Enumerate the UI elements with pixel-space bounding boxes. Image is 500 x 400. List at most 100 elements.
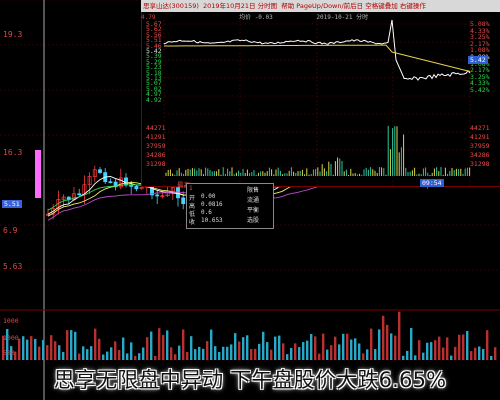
axis-tick-label: 31298 [146,160,166,168]
chart-date: 2019年10月21日 分时图 [202,2,278,10]
volume-bar [154,355,157,360]
volume-bar [442,347,445,360]
volume-bar [382,315,385,360]
volume-bar [270,349,273,360]
tooltip-key: 收 [189,219,196,226]
axis-tick-label: 34286 [146,151,166,159]
volume-bar [74,331,77,360]
tooltip-value: 10.653 [201,217,223,224]
volume-bar [38,346,41,360]
volume-bar [34,338,37,360]
price-axis-label: 16.3 [3,148,23,157]
volume-bar [338,344,341,360]
volume-bar [350,339,353,360]
volume-bar [466,330,469,360]
volume-bar [450,355,453,360]
volume-bar [274,336,277,360]
volume-bar [190,336,193,360]
volume-bar [422,352,425,360]
volume-bar [26,339,29,360]
volume-bar [126,353,129,360]
volume-bar [490,355,493,360]
volume-bar [446,337,449,360]
volume-bar [62,352,65,360]
price-axis-label: 5.63 [3,262,23,271]
intraday-header: 思享山达(300159) 2019年10月21日 分时图 帮助 PageUp/D… [141,0,500,12]
volume-bar [418,340,421,360]
stock-name: 思享山达(300159) [143,2,199,10]
volume-bar [318,353,321,360]
volume-bar [122,337,125,360]
volume-bar [394,335,397,360]
price-axis-label: 6.9 [3,226,18,235]
volume-bar [402,355,405,360]
volume-bar [238,341,241,360]
volume-bar [310,333,313,360]
volume-bar [94,328,97,360]
volume-bar [286,354,289,360]
volume-bar [178,345,181,360]
volume-bar [166,330,169,360]
volume-bar [374,349,377,360]
volume-bar [158,328,161,360]
volume-bar [70,330,73,360]
help-text: 帮助 PageUp/Down/前后日 空格键叠加 右键操作 [281,2,426,10]
volume-bar [162,334,165,360]
volume-bar [82,346,85,360]
volume-bar [390,333,393,360]
volume-bar [42,340,45,360]
volume-bar [110,347,113,360]
volume-bar [106,351,109,360]
candle-body [77,193,82,196]
volume-bar [406,350,409,360]
volume-bar [342,333,345,360]
headline-title: 思享无限盘中异动 下午盘股价大跌6.65% [53,368,447,392]
volume-bar [278,335,281,360]
intraday-panel[interactable] [141,0,500,187]
intraday-chart [163,19,471,186]
tooltip-tag: 流通 [247,197,260,204]
tooltip-tag: 平衡 [247,207,260,214]
volume-bar [354,338,357,360]
axis-tick-label: 44271 [146,124,166,132]
volume-bar [494,347,497,360]
volume-bar [142,347,145,360]
volume-bar [30,336,33,360]
axis-tick-label: 41291 [470,133,490,141]
volume-bar [282,343,285,360]
volume-bar [294,343,297,360]
volume-bar [290,348,293,360]
volume-bar [458,334,461,360]
axis-tick-label: 44271 [470,124,490,132]
axis-tick-label: 31298 [470,160,490,168]
volume-bar [362,353,365,360]
current-price-chip: 5.51 [2,200,22,208]
volume-bar [426,342,429,360]
volume-axis-label: 1000 [3,317,19,325]
volume-bar [58,345,61,360]
volume-bar [130,342,133,360]
volume-bar [230,344,233,360]
volume-bar [334,336,337,360]
volume-bar [262,331,265,360]
volume-bar [298,347,301,360]
candle-body [98,169,102,173]
volume-bar [218,351,221,360]
highlight-bar [35,150,41,198]
volume-bar [478,346,481,360]
volume-bar [222,346,225,360]
candle-body [124,177,128,186]
axis-tick-label: 41291 [146,133,166,141]
volume-bar [462,334,465,360]
volume-bar [366,349,369,360]
volume-bar [114,341,117,360]
volume-bar [322,333,325,360]
volume-bar [330,345,333,360]
subheader-date: 2019-10-21 分时 [316,14,369,21]
volume-bar [134,355,137,360]
tooltip-tag: 限售 [247,187,260,194]
axis-tick-label: 37959 [146,142,166,150]
volume-bar [86,349,89,360]
volume-bar [186,351,189,360]
volume-bar [46,345,49,360]
